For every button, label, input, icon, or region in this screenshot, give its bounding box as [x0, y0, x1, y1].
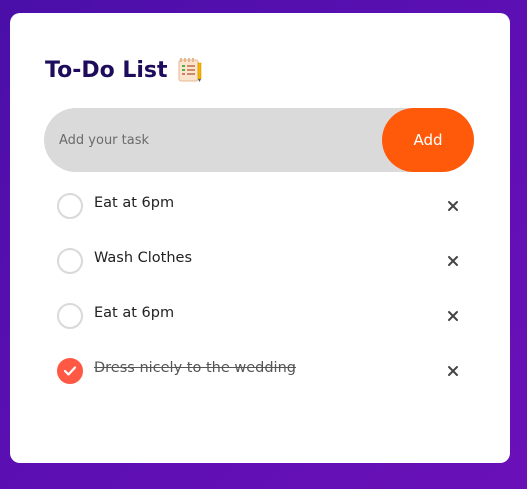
empty-circle-icon[interactable] — [57, 193, 83, 219]
task-text: Eat at 6pm — [94, 305, 175, 321]
page-title: To-Do List — [45, 57, 168, 83]
task-item[interactable]: Eat at 6pm — [45, 178, 475, 233]
task-input[interactable] — [59, 108, 359, 172]
task-text: Eat at 6pm — [94, 195, 175, 211]
task-item[interactable]: Wash Clothes — [45, 233, 475, 288]
close-icon[interactable] — [446, 308, 460, 322]
add-button[interactable]: Add — [382, 108, 474, 172]
checklist-note-icon — [177, 57, 203, 83]
close-icon[interactable] — [446, 198, 460, 212]
title-row: To-Do List — [45, 57, 203, 83]
task-list: Eat at 6pm Wash Clothes Eat at 6pm Dress… — [45, 178, 475, 398]
empty-circle-icon[interactable] — [57, 248, 83, 274]
close-icon[interactable] — [446, 253, 460, 267]
close-icon[interactable] — [446, 363, 460, 377]
task-item[interactable]: Eat at 6pm — [45, 288, 475, 343]
task-item-completed[interactable]: Dress nicely to the wedding — [45, 343, 475, 398]
task-text: Wash Clothes — [94, 250, 193, 266]
empty-circle-icon[interactable] — [57, 303, 83, 329]
todo-card: To-Do List Add Eat — [10, 13, 510, 463]
task-text: Dress nicely to the wedding — [94, 360, 296, 376]
task-input-row: Add — [44, 108, 474, 172]
checked-circle-icon[interactable] — [57, 358, 83, 384]
